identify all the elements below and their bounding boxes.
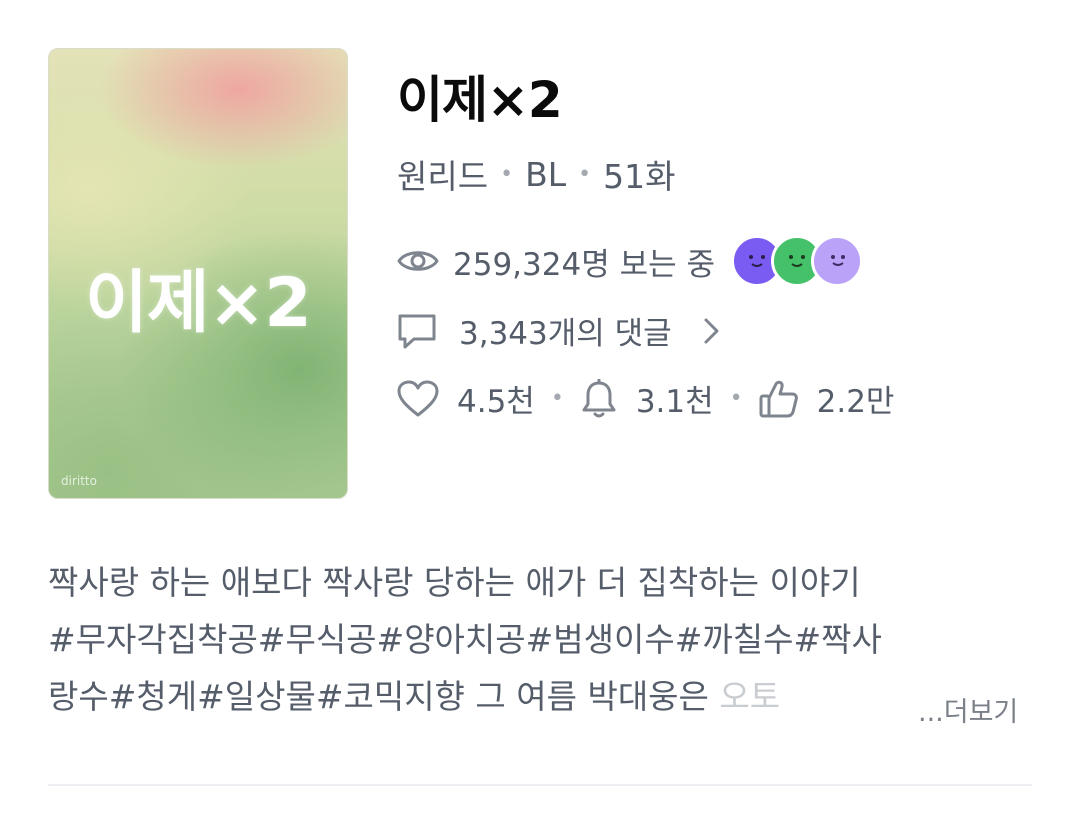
subscribers-count: 3.1천 xyxy=(635,384,714,420)
chevron-right-icon xyxy=(702,317,720,345)
genre-label[interactable]: BL xyxy=(525,155,566,194)
meta-separator: • xyxy=(500,161,514,187)
heart-icon[interactable] xyxy=(397,380,439,418)
meta-separator: • xyxy=(578,161,592,187)
work-title: 이제×2 xyxy=(397,71,563,129)
description-line: 짝사랑 하는 애보다 짝사랑 당하는 애가 더 집착하는 이야기 xyxy=(48,563,861,602)
stats-row: 4.5천 • 3.1천 • 2.2만 xyxy=(397,376,894,421)
description: 짝사랑 하는 애보다 짝사랑 당하는 애가 더 집착하는 이야기 #무자각집착공… xyxy=(48,554,1038,725)
work-meta: 원리드 • BL • 51화 xyxy=(397,150,675,198)
episode-count: 51화 xyxy=(603,157,676,196)
divider xyxy=(48,784,1032,786)
comments-count: 3,343개의 댓글 xyxy=(459,316,672,352)
comments-link[interactable]: 3,343개의 댓글 xyxy=(397,308,720,353)
stats-separator: • xyxy=(729,386,743,411)
cover-title: 이제×2 xyxy=(85,264,311,343)
comment-icon xyxy=(397,312,437,350)
description-line: 랑수#청게#일상물#코믹지향 그 여름 박대웅은 오토 xyxy=(48,668,1038,725)
viewers-count: 259,324명 보는 중 xyxy=(453,246,715,283)
more-button[interactable]: ...더보기 xyxy=(912,690,1019,729)
likes-count: 4.5천 xyxy=(457,384,535,420)
cover-watermark: diritto xyxy=(61,474,97,488)
eye-icon xyxy=(397,246,439,276)
viewer-avatars xyxy=(730,235,863,287)
stats-separator: • xyxy=(550,386,564,411)
cover-image[interactable]: 이제×2 diritto xyxy=(48,48,348,499)
description-faded-text: 오토 xyxy=(719,677,781,716)
bell-icon[interactable] xyxy=(580,378,618,419)
description-text: 랑수#청게#일상물#코믹지향 그 여름 박대웅은 xyxy=(48,677,720,716)
avatar xyxy=(810,235,863,287)
description-tags: #무자각집착공#무식공#양아치공#범생이수#까칠수#짝사 xyxy=(48,620,882,659)
thumbs-up-icon[interactable] xyxy=(759,379,799,419)
recommends-count: 2.2만 xyxy=(816,384,895,420)
source-label: 원리드 xyxy=(397,157,489,196)
viewers-row: 259,324명 보는 중 xyxy=(397,235,863,287)
